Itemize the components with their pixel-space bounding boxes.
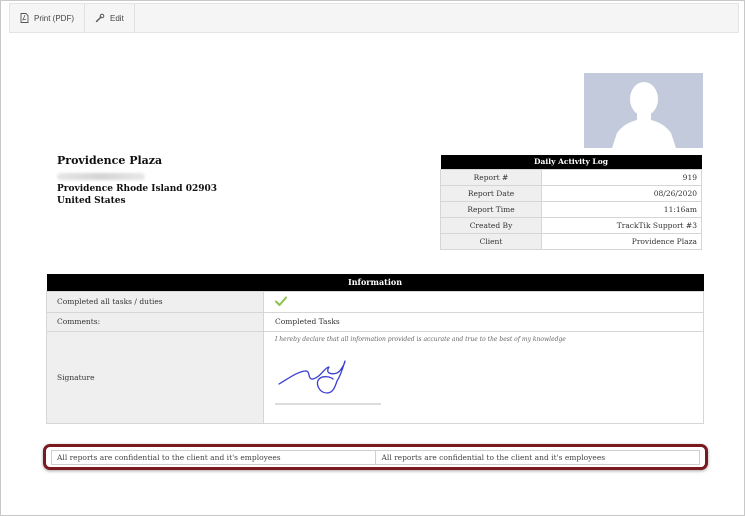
notice-right: All reports are confidential to the clie… xyxy=(374,451,700,464)
table-row: Report Date 08/26/2020 xyxy=(440,184,702,202)
comments-value: Completed Tasks xyxy=(263,311,704,332)
table-row: Created By TrackTik Support #3 xyxy=(440,216,702,234)
redacted-street xyxy=(57,173,145,180)
confidentiality-notice: All reports are confidential to the clie… xyxy=(51,450,700,465)
tasks-label: Completed all tasks / duties xyxy=(46,290,264,313)
log-label: Created By xyxy=(440,216,542,234)
info-title: Information xyxy=(46,274,704,291)
table-row: Signature I hereby declare that all info… xyxy=(46,330,704,424)
log-label: Report Date xyxy=(440,184,542,202)
wrench-icon xyxy=(95,13,105,23)
signature-image xyxy=(275,353,383,407)
edit-button[interactable]: Edit xyxy=(85,4,135,32)
log-value: Providence Plaza xyxy=(541,232,702,250)
site-name: Providence Plaza xyxy=(57,154,163,167)
site-address: Providence Plaza Providence Rhode Island… xyxy=(57,154,217,206)
daily-activity-log-table: Daily Activity Log Report # 919 Report D… xyxy=(440,155,702,250)
log-value: 919 xyxy=(541,168,702,186)
table-row: Client Providence Plaza xyxy=(440,232,702,250)
table-row: Report # 919 xyxy=(440,168,702,186)
confidentiality-notice-highlight: All reports are confidential to the clie… xyxy=(43,444,708,470)
print-pdf-button[interactable]: Print (PDF) xyxy=(10,4,85,32)
notice-left: All reports are confidential to the clie… xyxy=(57,453,281,462)
signature-cell: I hereby declare that all information pr… xyxy=(263,330,704,424)
site-country: United States xyxy=(57,196,126,206)
log-value: 08/26/2020 xyxy=(541,184,702,202)
pdf-icon xyxy=(20,13,29,23)
table-row: Comments: Completed Tasks xyxy=(46,311,704,332)
report-page: Print (PDF) Edit Providence Plaza Provid… xyxy=(0,0,745,516)
log-label: Client xyxy=(440,232,542,250)
log-value: 11:16am xyxy=(541,200,702,218)
log-value: TrackTik Support #3 xyxy=(541,216,702,234)
table-row: Report Time 11:16am xyxy=(440,200,702,218)
edit-label: Edit xyxy=(110,13,124,23)
print-pdf-label: Print (PDF) xyxy=(34,13,74,23)
log-title: Daily Activity Log xyxy=(440,155,702,169)
table-row: Completed all tasks / duties xyxy=(46,290,704,313)
declaration-text: I hereby declare that all information pr… xyxy=(275,335,566,343)
comments-label: Comments: xyxy=(46,311,264,332)
log-label: Report Time xyxy=(440,200,542,218)
log-label: Report # xyxy=(440,168,542,186)
information-table: Information Completed all tasks / duties… xyxy=(46,274,704,424)
signature-label: Signature xyxy=(46,330,264,424)
tasks-value xyxy=(263,290,704,313)
check-icon xyxy=(275,296,287,308)
profile-placeholder-image xyxy=(584,73,703,148)
site-city-line: Providence Rhode Island 02903 xyxy=(57,184,218,194)
toolbar: Print (PDF) Edit xyxy=(9,3,739,33)
